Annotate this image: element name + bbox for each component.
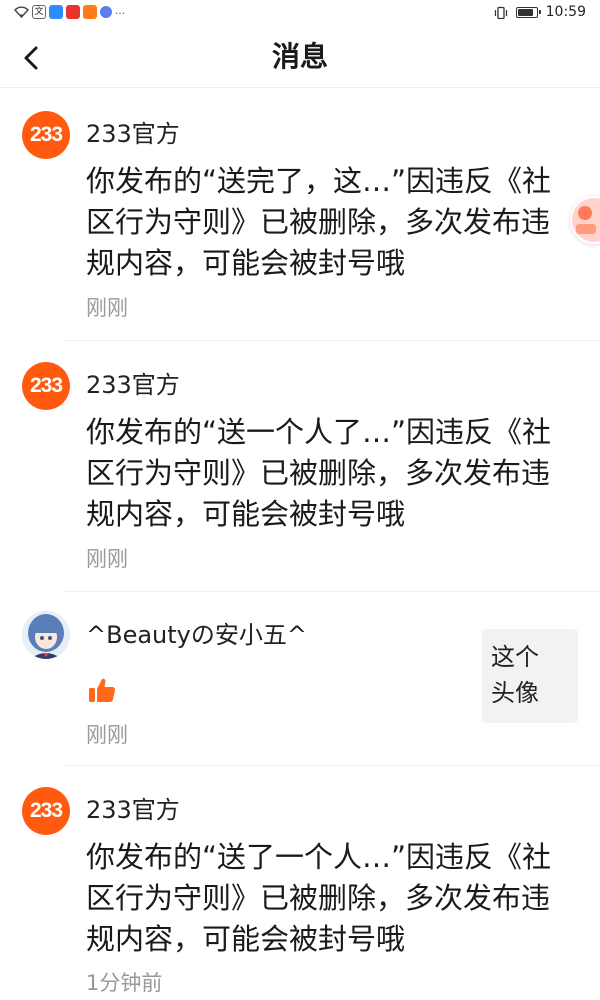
sender-name[interactable]: ^Beautyの安小五^ — [86, 619, 307, 651]
blue-app-icon — [100, 6, 112, 18]
red-app-icon — [66, 5, 80, 19]
liked-post-preview[interactable]: 这个头像 — [482, 629, 578, 723]
avatar[interactable]: 233 — [22, 787, 70, 835]
avatar[interactable] — [22, 611, 70, 659]
thumbs-up-icon — [88, 677, 116, 703]
avatar-logo-text: 233 — [29, 123, 63, 146]
message-time: 1分钟前 — [86, 971, 163, 995]
status-bar: 文 … 10:59 — [0, 0, 600, 26]
message-item[interactable]: 233 233官方 你发布的“送完了，这…”因违反《社区行为守则》已被删除，多次… — [0, 89, 600, 340]
avatar-logo-text: 233 — [29, 799, 63, 822]
status-bar-notifications: 文 … — [14, 5, 125, 19]
message-item[interactable]: 233 233官方 你发布的“送一个人了…”因违反《社区行为守则》已被删除，多次… — [0, 340, 600, 591]
sender-name[interactable]: 233官方 — [86, 118, 180, 150]
orange-app-icon — [83, 5, 97, 19]
status-bar-system: 10:59 — [494, 3, 586, 21]
message-item[interactable]: ^Beautyの安小五^ 刚刚 这个头像 — [0, 591, 600, 765]
avatar[interactable]: 233 — [22, 362, 70, 410]
avatar[interactable]: 233 — [22, 111, 70, 159]
vibrate-icon — [494, 5, 508, 20]
preview-text: 这个头像 — [491, 643, 539, 707]
app-header: 消息 — [0, 26, 600, 88]
message-time: 刚刚 — [86, 296, 128, 320]
clock: 10:59 — [545, 4, 586, 20]
message-body: 你发布的“送完了，这…”因违反《社区行为守则》已被删除，多次发布违规内容，可能会… — [86, 164, 552, 280]
anime-avatar-image — [22, 611, 70, 659]
message-item[interactable]: 233 233官方 你发布的“送了一个人…”因违反《社区行为守则》已被删除，多次… — [0, 765, 600, 1000]
more-notifications-text: … — [115, 6, 125, 17]
page-title: 消息 — [271, 40, 328, 73]
battery-icon — [515, 6, 541, 18]
sender-name[interactable]: 233官方 — [86, 794, 180, 826]
message-list: 233 233官方 你发布的“送完了，这…”因违反《社区行为守则》已被删除，多次… — [0, 89, 600, 1000]
sender-name[interactable]: 233官方 — [86, 369, 180, 401]
battery-level — [517, 8, 533, 16]
avatar-logo-text: 233 — [29, 374, 63, 397]
search-app-icon — [49, 5, 63, 19]
message-body: 你发布的“送了一个人…”因违反《社区行为守则》已被删除，多次发布违规内容，可能会… — [86, 840, 552, 956]
wifi-icon — [14, 6, 29, 18]
message-time: 刚刚 — [86, 723, 128, 747]
translate-app-icon: 文 — [32, 5, 46, 19]
message-time: 刚刚 — [86, 547, 128, 571]
message-body: 你发布的“送一个人了…”因违反《社区行为守则》已被删除，多次发布违规内容，可能会… — [86, 415, 552, 531]
